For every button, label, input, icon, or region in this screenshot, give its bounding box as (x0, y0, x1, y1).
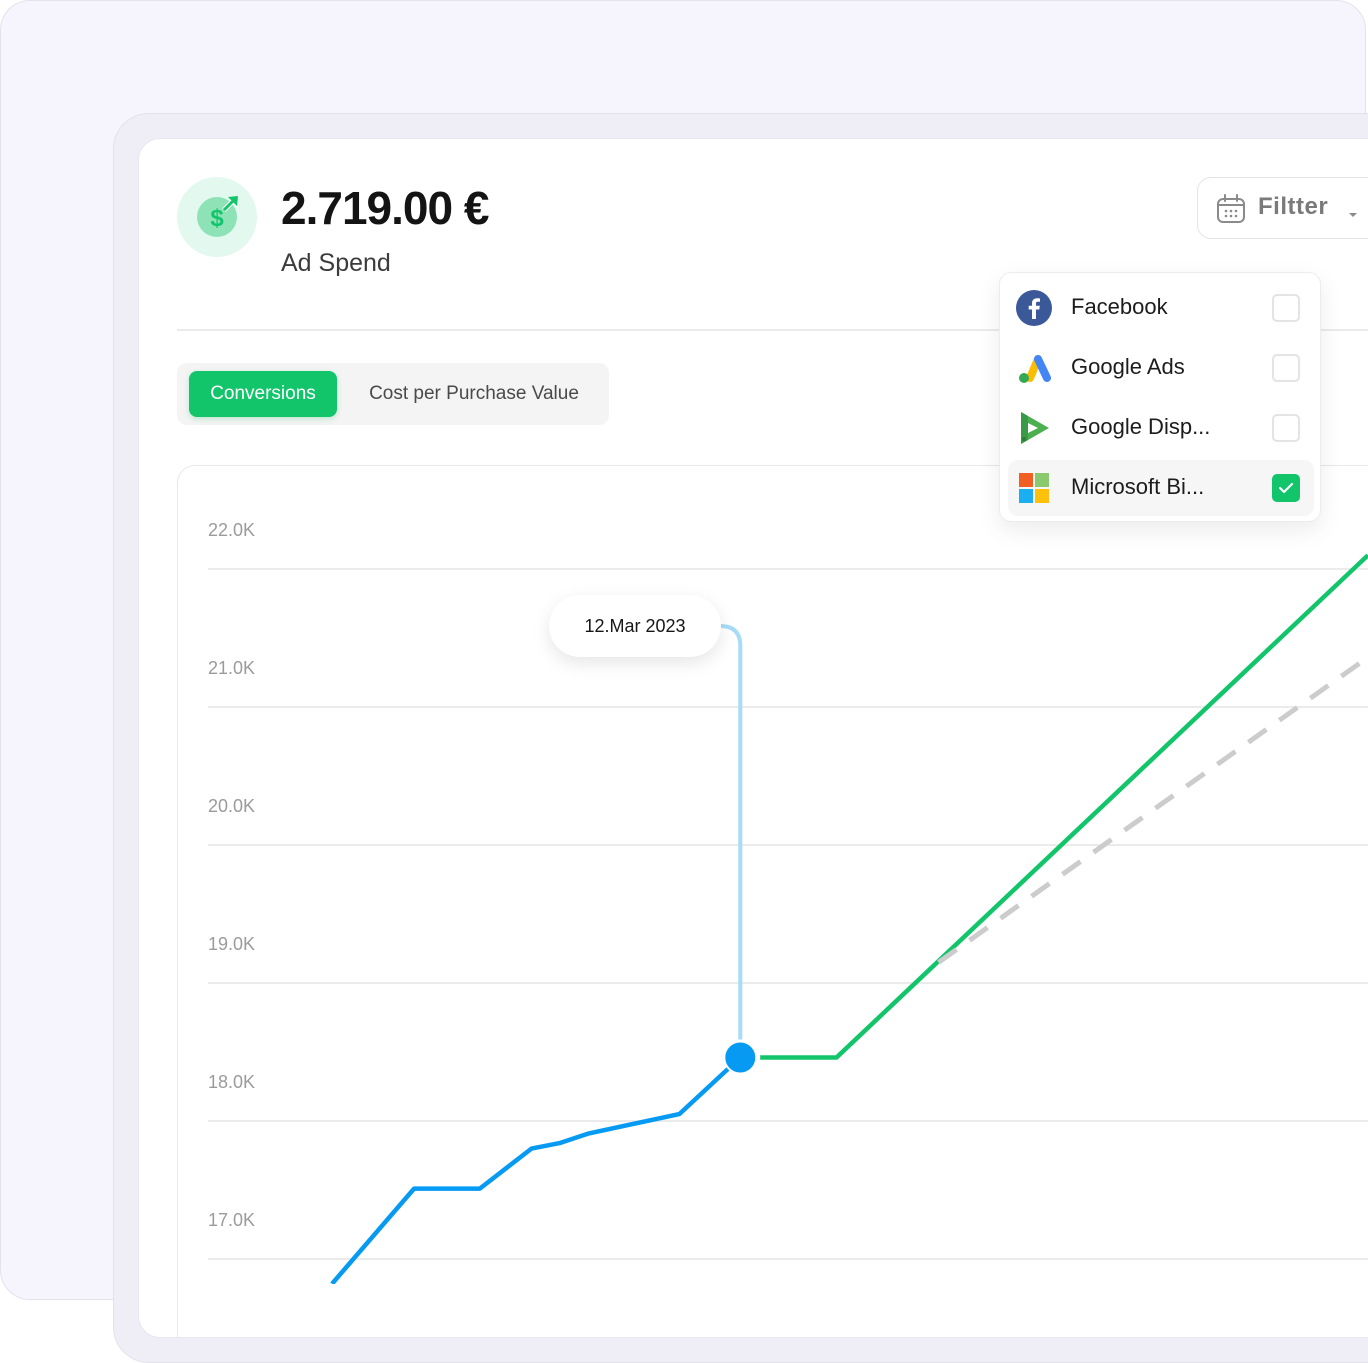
dropdown-item-label: Google Disp... (1071, 414, 1211, 439)
checkbox-microsoft-bing[interactable] (1272, 474, 1300, 502)
date-tooltip: 12.Mar 2023 (549, 595, 721, 657)
microsoft-bing-icon (1016, 470, 1052, 506)
kpi-label: Ad Spend (281, 249, 391, 277)
checkbox-facebook[interactable] (1272, 294, 1300, 322)
filter-label: Filtter (1258, 193, 1329, 220)
dropdown-item-label: Facebook (1071, 294, 1168, 319)
tab-cost-per-purchase-value[interactable]: Cost per Purchase Value (349, 371, 599, 417)
svg-text:$: $ (210, 205, 224, 232)
kpi-value: 2.719.00 € (281, 182, 489, 234)
dropdown-item-label: Google Ads (1071, 354, 1185, 379)
platform-filter-dropdown: Facebook Google Ads Google Disp... Micro… (999, 272, 1321, 522)
dropdown-item-label: Microsoft Bi... (1071, 474, 1205, 499)
checkmark-icon (1278, 482, 1294, 494)
dropdown-item-google-ads[interactable]: Google Ads (1008, 340, 1314, 396)
chart-container (177, 465, 1368, 1337)
dropdown-item-facebook[interactable]: Facebook (1008, 280, 1314, 336)
google-ads-icon (1016, 350, 1052, 386)
checkbox-google-ads[interactable] (1272, 354, 1300, 382)
calendar-icon (1216, 194, 1246, 228)
dropdown-item-google-display[interactable]: Google Disp... (1008, 400, 1314, 456)
caret-down-icon (1348, 204, 1358, 223)
dollar-up-arrow-icon: $ (177, 177, 257, 257)
checkbox-google-display[interactable] (1272, 414, 1300, 442)
filter-button[interactable]: Filtter (1197, 177, 1368, 239)
highlight-point[interactable] (723, 1040, 758, 1075)
google-display-icon (1016, 410, 1052, 446)
tab-conversions[interactable]: Conversions (189, 371, 337, 417)
metric-tabs: Conversions Cost per Purchase Value (177, 363, 609, 425)
facebook-icon (1016, 290, 1052, 326)
dropdown-item-microsoft-bing[interactable]: Microsoft Bi... (1008, 460, 1314, 516)
